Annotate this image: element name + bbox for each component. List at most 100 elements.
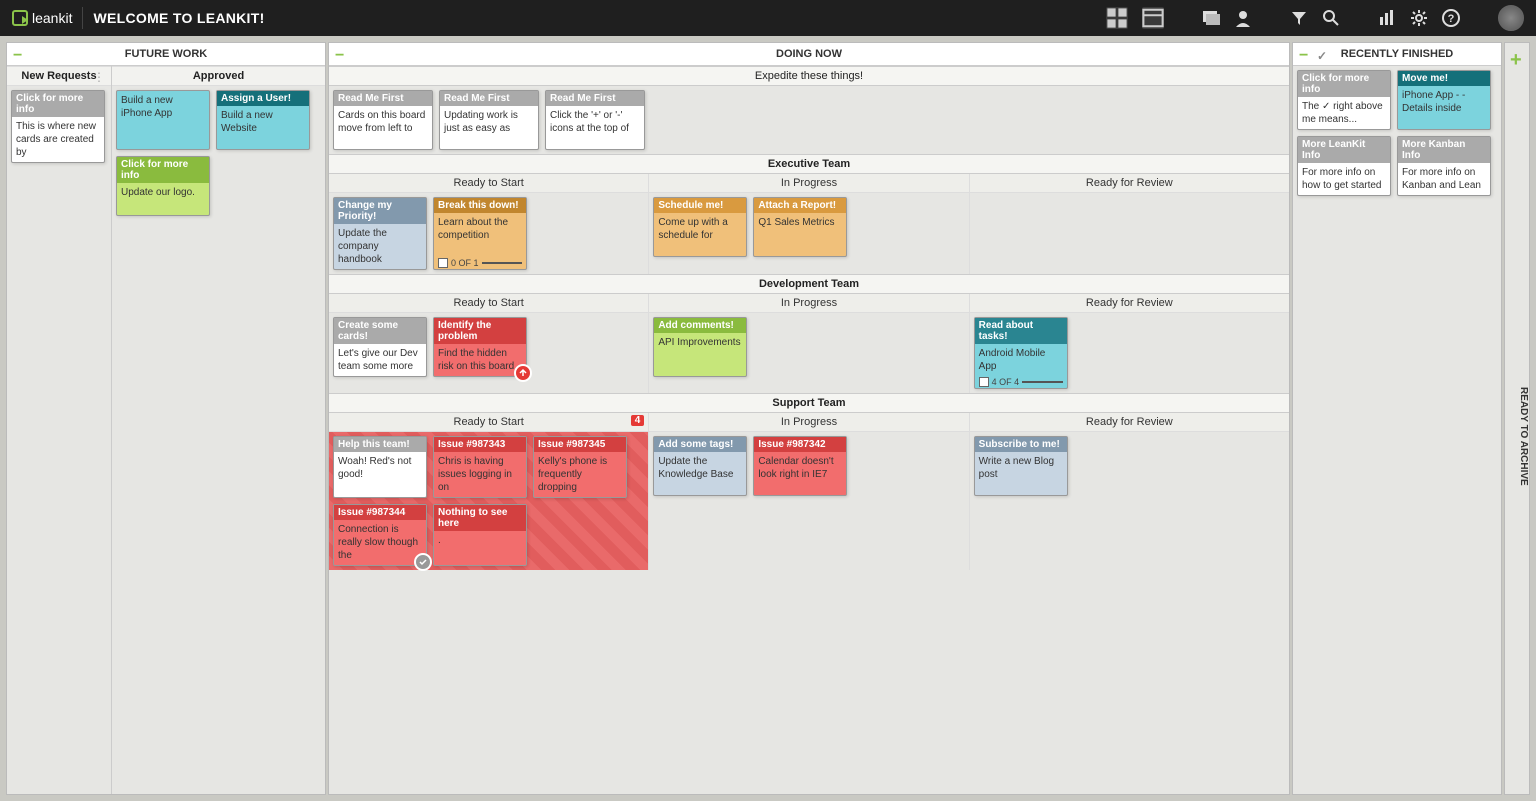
filter-icon[interactable] xyxy=(1290,9,1308,27)
card[interactable]: Change my Priority!Update the company ha… xyxy=(333,197,427,270)
card[interactable]: Read Me FirstClick the '+' or '-' icons … xyxy=(545,90,645,150)
archive-label: READY TO ARCHIVE xyxy=(1518,387,1529,486)
menu-icon[interactable]: ⋮ xyxy=(93,70,105,84)
help-icon[interactable]: ? xyxy=(1442,9,1460,27)
card[interactable]: Create some cards!Let's give our Dev tea… xyxy=(333,317,427,377)
card-header: Click for more info xyxy=(117,157,209,183)
finished-title: RECENTLY FINISHED xyxy=(1341,48,1453,60)
card-body: Write a new Blog post xyxy=(975,452,1067,495)
cardzone[interactable]: Schedule me!Come up with a schedule forA… xyxy=(649,193,968,261)
collapse-icon[interactable]: − xyxy=(1299,47,1308,65)
card-header: Change my Priority! xyxy=(334,198,426,224)
card-header: Subscribe to me! xyxy=(975,437,1067,452)
alert-icon[interactable] xyxy=(514,364,532,382)
card[interactable]: Attach a Report!Q1 Sales Metrics xyxy=(753,197,847,257)
swimlane-header: Executive Team xyxy=(329,154,1289,174)
calendar-icon[interactable] xyxy=(1142,7,1164,29)
card[interactable]: Add comments!API Improvements xyxy=(653,317,747,377)
gear-icon[interactable] xyxy=(1410,9,1428,27)
card-body: The ✓ right above me means... xyxy=(1298,97,1390,129)
card[interactable]: Issue #987344Connection is really slow t… xyxy=(333,504,427,566)
approved-header: Approved xyxy=(112,66,325,86)
card-body: Update the Knowledge Base xyxy=(654,452,746,495)
card-tasks: 4 OF 4 xyxy=(975,376,1067,388)
card[interactable]: Add some tags!Update the Knowledge Base xyxy=(653,436,747,496)
doing-header: − DOING NOW xyxy=(329,43,1289,66)
logo-icon xyxy=(12,10,28,26)
logo[interactable]: leankit xyxy=(12,10,72,26)
lane-label: Ready to Start xyxy=(329,174,648,193)
card[interactable]: Click for more infoUpdate our logo. xyxy=(116,156,210,216)
card[interactable]: Subscribe to me!Write a new Blog post xyxy=(974,436,1068,496)
avatar[interactable] xyxy=(1498,5,1524,31)
card[interactable]: More LeanKit InfoFor more info on how to… xyxy=(1297,136,1391,196)
card-header: Click for more info xyxy=(12,91,104,117)
lane-label: In Progress xyxy=(649,413,968,432)
swimlane-header: Development Team xyxy=(329,274,1289,294)
expand-icon[interactable]: + xyxy=(1510,49,1522,72)
column-archive[interactable]: + READY TO ARCHIVE xyxy=(1504,42,1530,795)
card[interactable]: Move me!iPhone App - - Details inside xyxy=(1397,70,1491,130)
card[interactable]: Click for more infoThis is where new car… xyxy=(11,90,105,163)
card-body: Q1 Sales Metrics xyxy=(754,213,846,256)
cardzone[interactable]: Subscribe to me!Write a new Blog post xyxy=(970,432,1289,500)
card-icon[interactable] xyxy=(1202,9,1220,27)
card[interactable]: Assign a User!Build a new Website xyxy=(216,90,310,150)
card-body: API Improvements xyxy=(654,333,746,376)
collapse-icon[interactable]: − xyxy=(335,47,344,65)
cardzone[interactable]: Create some cards!Let's give our Dev tea… xyxy=(329,313,648,381)
cardzone[interactable]: Change my Priority!Update the company ha… xyxy=(329,193,648,274)
user-icon[interactable] xyxy=(1234,9,1252,27)
card[interactable]: Read about tasks!Android Mobile App4 OF … xyxy=(974,317,1068,389)
card-header: Issue #987342 xyxy=(754,437,846,452)
card[interactable]: Read Me FirstCards on this board move fr… xyxy=(333,90,433,150)
lane-label: Ready to Start xyxy=(329,294,648,313)
lane-approved: Approved Build a new iPhone AppAssign a … xyxy=(112,66,325,794)
status-icon[interactable] xyxy=(414,553,432,571)
doing-title: DOING NOW xyxy=(776,48,842,60)
cardzone[interactable]: Add comments!API Improvements xyxy=(649,313,968,381)
card[interactable]: Read Me FirstUpdating work is just as ea… xyxy=(439,90,539,150)
column-future: − FUTURE WORK New Requests ⋮ Click for m… xyxy=(6,42,326,795)
lane-label: In Progress xyxy=(649,294,968,313)
card[interactable]: Click for more infoThe ✓ right above me … xyxy=(1297,70,1391,130)
cardzone[interactable]: Read about tasks!Android Mobile App4 OF … xyxy=(970,313,1289,393)
lane-col: Ready to Start Create some cards!Let's gi… xyxy=(329,294,648,393)
new-requests-header: New Requests ⋮ xyxy=(7,66,111,86)
card-body: Updating work is just as easy as xyxy=(440,106,538,149)
collapse-icon[interactable]: − xyxy=(13,47,22,65)
cardzone[interactable]: Help this team!Woah! Red's not good!Issu… xyxy=(329,432,648,570)
stats-icon[interactable] xyxy=(1378,9,1396,27)
lane-new-requests: New Requests ⋮ Click for more infoThis i… xyxy=(7,66,112,794)
card[interactable]: More Kanban InfoFor more info on Kanban … xyxy=(1397,136,1491,196)
card-body: Find the hidden risk on this board xyxy=(434,344,526,376)
check-icon[interactable]: ✓ xyxy=(1317,49,1327,63)
swimlane: Ready to Start4Help this team!Woah! Red'… xyxy=(329,413,1289,570)
card-body: Kelly's phone is frequently dropping xyxy=(534,452,626,497)
lane-col: Ready to Start4Help this team!Woah! Red'… xyxy=(329,413,648,570)
toolbar: ? xyxy=(1106,5,1524,31)
card[interactable]: Issue #987343Chris is having issues logg… xyxy=(433,436,527,498)
card-tasks: 0 OF 1 xyxy=(434,257,526,269)
lane-label: In Progress xyxy=(649,174,968,193)
card[interactable]: Help this team!Woah! Red's not good! xyxy=(333,436,427,498)
card-header: Add some tags! xyxy=(654,437,746,452)
card[interactable]: Issue #987342Calendar doesn't look right… xyxy=(753,436,847,496)
search-icon[interactable] xyxy=(1322,9,1340,27)
wip-badge: 4 xyxy=(631,415,645,426)
board-view-icon[interactable] xyxy=(1106,7,1128,29)
card[interactable]: Schedule me!Come up with a schedule for xyxy=(653,197,747,257)
card[interactable]: Build a new iPhone App xyxy=(116,90,210,150)
card-body: For more info on Kanban and Lean xyxy=(1398,163,1490,195)
swimlane: Ready to Start Create some cards!Let's gi… xyxy=(329,294,1289,393)
card[interactable]: Issue #987345Kelly's phone is frequently… xyxy=(533,436,627,498)
card[interactable]: Break this down!Learn about the competit… xyxy=(433,197,527,270)
card-body: Chris is having issues logging in on xyxy=(434,452,526,497)
card[interactable]: Nothing to see here. xyxy=(433,504,527,566)
cardzone[interactable] xyxy=(970,193,1289,201)
lane-col: In Progress Add comments!API Improvements xyxy=(648,294,968,393)
card[interactable]: Identify the problemFind the hidden risk… xyxy=(433,317,527,377)
cardzone[interactable]: Add some tags!Update the Knowledge BaseI… xyxy=(649,432,968,500)
lane-label: Ready for Review xyxy=(970,294,1289,313)
lane-label: Ready for Review xyxy=(970,413,1289,432)
